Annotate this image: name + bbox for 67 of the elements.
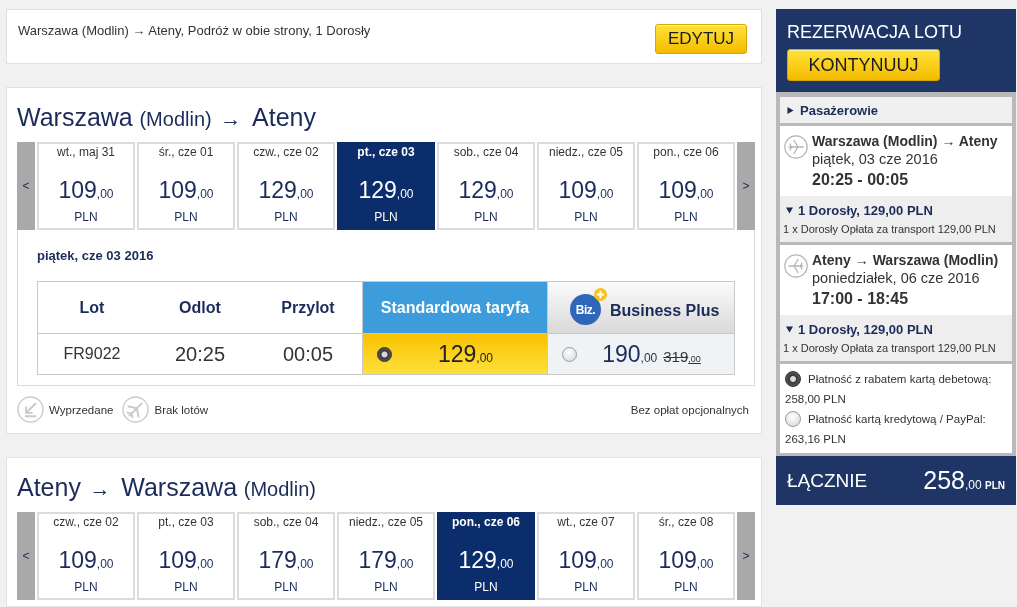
date-price-tab[interactable]: niedz., cze 05 179,00 PLN [337,512,435,600]
search-summary-text: Warszawa (Modlin) → Ateny, Podróż w obie strony, 1 Dorosły [18,22,371,39]
previous-dates-button[interactable]: < [17,142,35,230]
payment-amount: 258,00 PLN [785,392,847,407]
plane-circle-icon [122,396,150,423]
fare-option[interactable]: 190,00 319,00 [547,334,734,374]
legend-label: Wyprzedane [49,403,114,416]
next-dates-button[interactable]: > [737,512,755,600]
radio-button[interactable] [377,346,392,362]
date-price-tab[interactable]: pon., cze 06 129,00 PLN [437,512,535,600]
leg-date: piątek, 03 cze 2016 [812,150,939,169]
leg-route: Warszawa (Modlin) → Ateny [812,132,998,150]
fare-toggle[interactable]: 1 Dorosły, 129,00 PLN [786,202,933,219]
date-price-tab[interactable]: pt., cze 03 129,00 PLN [337,142,435,230]
column-header: Lot [38,282,146,334]
passengers-toggle[interactable]: Pasażerowie [780,97,1012,123]
route-title: Warszawa (Modlin) → Ateny [17,102,317,133]
legend-label: Brak lotów [154,403,209,416]
fare-price: 129,00 [437,340,494,368]
selected-date-heading: piątek, cze 03 2016 [37,247,155,265]
date-price-tab[interactable]: pt., cze 03 109,00 PLN [137,512,235,600]
fare-type-label: Business Plus [610,300,720,320]
plane-circle-icon [784,254,808,278]
biz-badge: Biz. [570,294,601,325]
fare-price: 190,00 [602,340,658,368]
fare-note: Bez opłat opcjonalnych [630,403,749,416]
payment-option-label: Płatność kartą kredytową / PayPal: [808,412,986,427]
leg-date: poniedziałek, 06 cze 2016 [812,269,981,288]
table-cell-text: FR9022 [62,344,122,364]
booking-title: REZERWACJA LOTU [787,21,964,43]
radio-button[interactable] [785,411,801,427]
table-cell-text: 00:05 [281,341,335,367]
fare-type-header: Standardowa taryfa [362,282,547,334]
date-price-tab[interactable]: czw., cze 02 129,00 PLN [237,142,335,230]
date-price-tab[interactable]: śr., cze 01 109,00 PLN [137,142,235,230]
fare-toggle[interactable]: 1 Dorosły, 129,00 PLN [786,321,933,338]
date-price-tab[interactable]: wt., maj 31 109,00 PLN [37,142,135,230]
leg-times: 17:00 - 18:45 [812,289,910,309]
total-label: ŁĄCZNIE [787,469,868,492]
fare-detail: 1 x Dorosły Opłata za transport 129,00 PLN [783,341,997,355]
leg-times: 20:25 - 00:05 [812,170,910,190]
fare-detail: 1 x Dorosły Opłata za transport 129,00 PLN [783,222,997,236]
date-price-tab[interactable]: czw., cze 02 109,00 PLN [37,512,135,600]
plane-circle-icon [784,135,808,159]
continue-button[interactable]: KONTYNUUJ [787,49,940,81]
date-price-tab[interactable]: wt., cze 07 109,00 PLN [537,512,635,600]
fare-option[interactable]: 129,00 [362,334,547,374]
date-price-tab[interactable]: niedz., cze 05 109,00 PLN [537,142,635,230]
arrow-circle-icon [17,396,44,423]
old-price: 319,00 [663,347,701,365]
date-price-tab[interactable]: sob., cze 04 179,00 PLN [237,512,335,600]
next-dates-button[interactable]: > [737,142,755,230]
edit-button[interactable]: EDYTUJ [655,24,747,54]
leg-route: Ateny → Warszawa (Modlin) [812,251,999,269]
date-price-tab[interactable]: sob., cze 04 129,00 PLN [437,142,535,230]
column-header: Odlot [146,282,254,334]
plus-icon [594,288,607,301]
radio-button[interactable] [562,346,577,362]
date-price-tab[interactable]: śr., cze 08 109,00 PLN [637,512,735,600]
payment-amount: 263,16 PLN [785,432,847,447]
route-title: Ateny → Warszawa (Modlin) [17,472,317,503]
payment-option-label: Płatność z rabatem kartą debetową: [808,372,992,387]
previous-dates-button[interactable]: < [17,512,35,600]
total-amount: 258,00 PLN [923,466,1005,495]
date-price-tab[interactable]: pon., cze 06 109,00 PLN [637,142,735,230]
radio-button[interactable] [785,371,801,387]
table-cell-text: 20:25 [173,341,227,367]
